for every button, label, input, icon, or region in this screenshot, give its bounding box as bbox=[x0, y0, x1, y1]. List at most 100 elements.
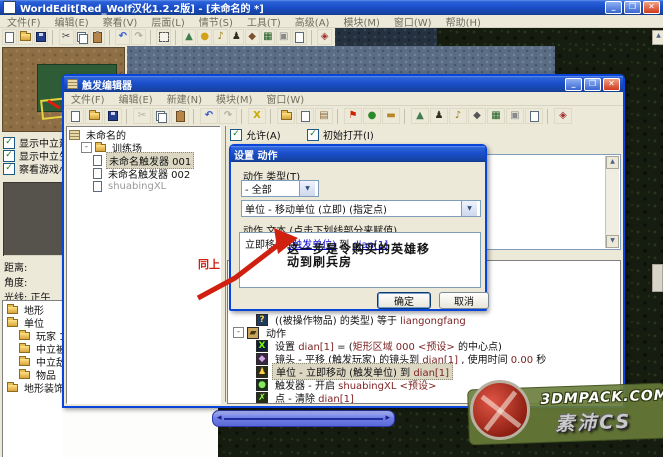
action-type-select[interactable]: 单位 - 移动单位 (立即) (指定点) ▼ bbox=[241, 200, 481, 217]
main-menu-3[interactable]: 层面(L) bbox=[144, 13, 191, 30]
main-menu-9[interactable]: 帮助(H) bbox=[439, 13, 488, 30]
camera-palette-icon[interactable]: ▣ bbox=[276, 29, 291, 45]
map-scroll-up[interactable]: ▲ bbox=[652, 30, 663, 45]
folder-icon bbox=[7, 384, 18, 392]
te-menu-0[interactable]: 文件(F) bbox=[64, 90, 112, 107]
ok-button[interactable]: 确定 bbox=[377, 292, 431, 309]
cancel-button[interactable]: 取消 bbox=[439, 292, 489, 309]
new-category-icon[interactable] bbox=[277, 108, 295, 124]
region-editor-icon[interactable]: ▦ bbox=[487, 108, 505, 124]
set-icon: X bbox=[256, 340, 268, 352]
open-icon[interactable] bbox=[85, 108, 103, 124]
map-water[interactable] bbox=[125, 46, 555, 76]
new-icon[interactable] bbox=[66, 108, 84, 124]
new-trigger-icon[interactable] bbox=[296, 108, 314, 124]
import-manager-icon[interactable]: ▣ bbox=[506, 108, 524, 124]
restore-button[interactable]: ❐ bbox=[624, 1, 641, 14]
map-scroll-thumb[interactable] bbox=[652, 264, 663, 292]
open-map-icon[interactable] bbox=[18, 29, 33, 45]
gold-icon: ● bbox=[200, 32, 209, 42]
terrain-palette-icon[interactable]: ▲ bbox=[182, 29, 197, 45]
te-menu-1[interactable]: 编辑(E) bbox=[112, 90, 160, 107]
new-comment-icon[interactable]: ▤ bbox=[315, 108, 333, 124]
scroll-down-icon[interactable]: ▼ bbox=[606, 235, 619, 248]
tree-expander-icon[interactable]: - bbox=[81, 142, 92, 153]
terrain-editor-icon: ▲ bbox=[416, 111, 424, 121]
te-tree-item[interactable]: shuabingXL bbox=[67, 180, 220, 193]
te-toolbar: ✂ ↶↷ X ▤ ⚑●▬ ▲ ♟♪◆▦▣ ◈ bbox=[64, 106, 623, 126]
variables-icon[interactable]: X bbox=[248, 108, 266, 124]
save-map-icon[interactable] bbox=[34, 29, 49, 45]
cut-icon[interactable]: ✂ bbox=[59, 29, 74, 45]
main-menu-5[interactable]: 工具(T) bbox=[240, 13, 288, 30]
main-menu-0[interactable]: 文件(F) bbox=[0, 13, 48, 30]
paste-icon[interactable] bbox=[90, 29, 105, 45]
save-icon[interactable] bbox=[104, 108, 122, 124]
object-editor-icon[interactable] bbox=[525, 108, 543, 124]
region-palette-icon[interactable]: ▦ bbox=[261, 29, 276, 45]
tree-expander-icon[interactable]: - bbox=[233, 327, 244, 338]
undo-icon[interactable]: ↶ bbox=[115, 29, 130, 45]
te-menu-3[interactable]: 模块(M) bbox=[209, 90, 259, 107]
new-action-icon[interactable]: ▬ bbox=[382, 108, 400, 124]
checkbox[interactable]: ✓ bbox=[3, 163, 15, 175]
new-icon bbox=[71, 111, 80, 122]
comment-scrollbar[interactable]: ▲ ▼ bbox=[605, 156, 619, 248]
main-menu-2[interactable]: 察看(V) bbox=[96, 13, 145, 30]
text-segment: dian[1] bbox=[318, 394, 354, 404]
te-maximize-button[interactable]: ❐ bbox=[584, 78, 601, 91]
undo-icon[interactable]: ↶ bbox=[200, 108, 218, 124]
copy-icon[interactable] bbox=[152, 108, 170, 124]
redo-icon[interactable]: ↷ bbox=[219, 108, 237, 124]
dialog-titlebar[interactable]: 设置 动作 bbox=[231, 146, 485, 162]
te-minimize-button[interactable]: _ bbox=[565, 78, 582, 91]
chevron-down-icon[interactable]: ▼ bbox=[461, 201, 477, 216]
main-menu-8[interactable]: 窗口(W) bbox=[387, 13, 439, 30]
checkbox[interactable]: ✓ bbox=[3, 150, 15, 162]
new-map-icon[interactable] bbox=[2, 29, 17, 45]
te-tree-item[interactable]: 未命名触发器 002 bbox=[67, 167, 220, 180]
close-button[interactable]: ✕ bbox=[643, 1, 660, 14]
paste-icon[interactable] bbox=[171, 108, 189, 124]
main-menu-4[interactable]: 情节(S) bbox=[192, 13, 240, 30]
te-close-button[interactable]: ✕ bbox=[603, 78, 620, 91]
sound-editor-icon[interactable]: ♪ bbox=[449, 108, 467, 124]
camera-icon: ◆ bbox=[256, 353, 268, 365]
new-condition-icon[interactable]: ● bbox=[363, 108, 381, 124]
main-menu-1[interactable]: 编辑(E) bbox=[48, 13, 96, 30]
redo-icon[interactable]: ↷ bbox=[131, 29, 146, 45]
te-menu-2[interactable]: 新建(N) bbox=[160, 90, 209, 107]
main-menu-7[interactable]: 模块(M) bbox=[336, 13, 386, 30]
initially-on-checkbox[interactable]: ✓ bbox=[307, 129, 319, 141]
terrain-editor-icon[interactable]: ▲ bbox=[411, 108, 429, 124]
unit-editor-icon[interactable]: ♟ bbox=[430, 108, 448, 124]
annotation-arrow bbox=[190, 226, 305, 306]
copy-icon[interactable] bbox=[75, 29, 90, 45]
cut-icon[interactable]: ✂ bbox=[133, 108, 151, 124]
scroll-up-icon[interactable]: ▲ bbox=[606, 156, 619, 169]
selection-tool-icon[interactable] bbox=[156, 29, 171, 45]
new-event-icon[interactable]: ⚑ bbox=[344, 108, 362, 124]
test-map-icon[interactable]: ◈ bbox=[317, 29, 332, 45]
unit-icon: ♟ bbox=[256, 366, 268, 378]
sound-editor-icon[interactable]: ♪ bbox=[213, 29, 228, 45]
object-editor-icon[interactable] bbox=[292, 29, 307, 45]
checkbox[interactable]: ✓ bbox=[3, 137, 15, 149]
minimize-button[interactable]: _ bbox=[605, 1, 622, 14]
main-menu-6[interactable]: 高级(A) bbox=[288, 13, 337, 30]
scroll-icon bbox=[69, 130, 80, 140]
map-scroll-widget[interactable]: ◂▸ bbox=[212, 410, 395, 427]
doodad-palette-icon[interactable]: ◆ bbox=[245, 29, 260, 45]
toolbar-separator bbox=[150, 30, 153, 45]
map-water-far[interactable] bbox=[332, 28, 437, 46]
enabled-checkbox[interactable]: ✓ bbox=[230, 129, 242, 141]
camera-editor-icon[interactable]: ◆ bbox=[468, 108, 486, 124]
test-map-icon[interactable]: ◈ bbox=[554, 108, 572, 124]
gold-icon[interactable]: ● bbox=[197, 29, 212, 45]
unit-palette-icon[interactable]: ♟ bbox=[229, 29, 244, 45]
map-forest-far[interactable] bbox=[437, 28, 663, 46]
chevron-down-icon[interactable]: ▼ bbox=[299, 181, 315, 196]
folder-icon bbox=[19, 332, 30, 340]
type-filter-select[interactable]: - 全部 ▼ bbox=[241, 180, 319, 197]
te-menu-4[interactable]: 窗口(W) bbox=[259, 90, 311, 107]
